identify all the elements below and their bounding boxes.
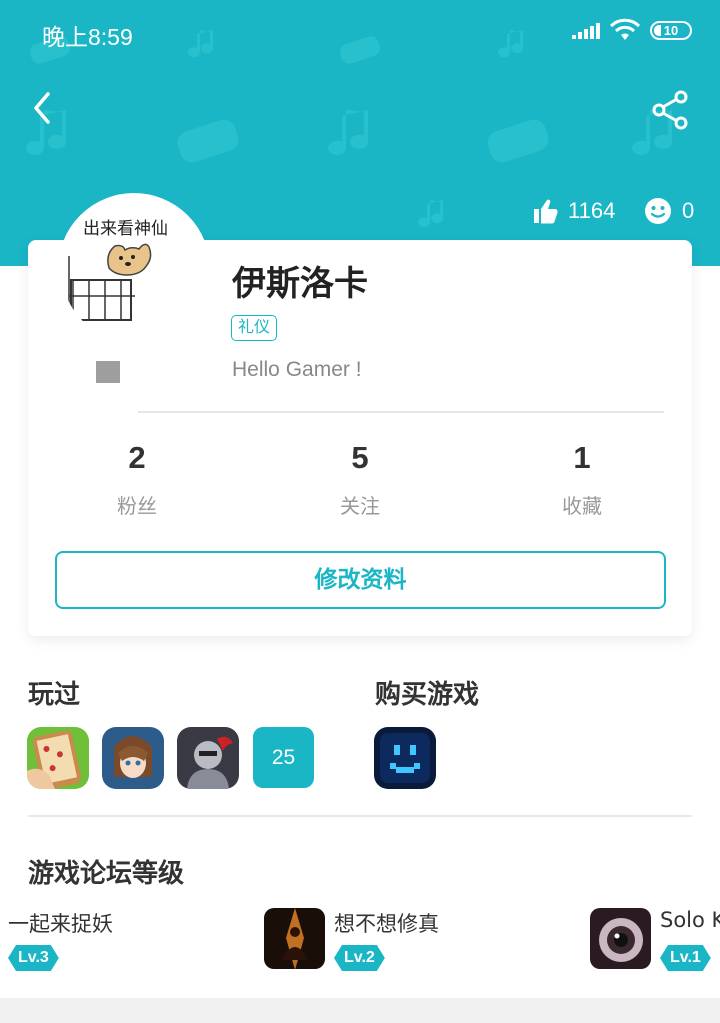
smile-count: 0 xyxy=(682,198,695,223)
forum-game-icon-cultivation[interactable] xyxy=(264,908,325,969)
stat-followers[interactable]: 2 粉丝 xyxy=(27,440,247,519)
stat-label: 收藏 xyxy=(562,494,602,518)
doge-sketch-icon xyxy=(68,243,152,330)
stat-favorites[interactable]: 1 收藏 xyxy=(472,440,692,519)
like-counter[interactable]: 1164 xyxy=(532,194,615,228)
forum-game-icon-solo[interactable] xyxy=(590,908,651,969)
back-icon[interactable] xyxy=(24,88,64,128)
pixel-face-game-icon xyxy=(374,727,436,789)
game-icon-anime[interactable] xyxy=(102,727,164,789)
stat-following[interactable]: 5 关注 xyxy=(250,440,470,519)
stat-value: 5 xyxy=(351,440,369,475)
knight-game-icon xyxy=(177,727,239,789)
stat-value: 2 xyxy=(128,440,146,475)
placeholder-image xyxy=(96,361,120,383)
smile-counter[interactable]: 0 xyxy=(644,194,694,228)
smile-icon xyxy=(645,198,671,224)
status-bar: 晚上8:59 10 xyxy=(0,0,720,62)
forum-item-name[interactable]: 想不想修真 xyxy=(334,908,439,938)
purchased-section-title: 购买游戏 xyxy=(375,680,480,710)
game-icon-chess[interactable] xyxy=(27,727,89,789)
camera-lens-game-icon xyxy=(590,908,651,969)
thumbs-up-icon xyxy=(534,199,558,224)
chess-game-icon xyxy=(27,727,89,789)
level-badge: Lv.1 xyxy=(660,945,711,971)
stat-label: 粉丝 xyxy=(117,494,157,518)
battery-level: 10 xyxy=(663,23,679,38)
level-badge: Lv.2 xyxy=(334,945,385,971)
meditation-game-icon xyxy=(264,908,325,969)
game-icon-pixel[interactable] xyxy=(374,727,436,789)
status-time: 晚上8:59 xyxy=(42,24,133,50)
share-icon[interactable] xyxy=(648,88,692,132)
section-divider xyxy=(28,815,692,817)
game-icon-knight[interactable] xyxy=(177,727,239,789)
stat-value: 1 xyxy=(573,440,591,475)
avatar[interactable]: 出来看神仙 xyxy=(58,193,210,345)
bottom-strip xyxy=(0,998,720,1023)
played-section-title: 玩过 xyxy=(28,680,81,710)
forum-item-name[interactable]: Solo K xyxy=(660,908,720,932)
signal-icon xyxy=(572,23,600,39)
played-more-badge[interactable]: 25 xyxy=(253,727,314,788)
edit-profile-button[interactable]: 修改资料 xyxy=(55,551,666,609)
user-tag-badge: 礼仪 xyxy=(231,315,278,341)
forum-item-name[interactable]: 一起来捉妖 xyxy=(8,908,113,938)
anime-game-icon xyxy=(102,727,164,789)
forum-section-title: 游戏论坛等级 xyxy=(28,859,185,889)
battery-icon: 10 xyxy=(650,21,692,40)
wifi-icon xyxy=(610,18,640,40)
user-bio: Hello Gamer ! xyxy=(232,358,362,381)
level-badge: Lv.3 xyxy=(8,945,59,971)
card-divider xyxy=(138,411,664,413)
like-count: 1164 xyxy=(568,198,616,223)
username: 伊斯洛卡 xyxy=(232,264,368,304)
stat-label: 关注 xyxy=(340,494,380,518)
